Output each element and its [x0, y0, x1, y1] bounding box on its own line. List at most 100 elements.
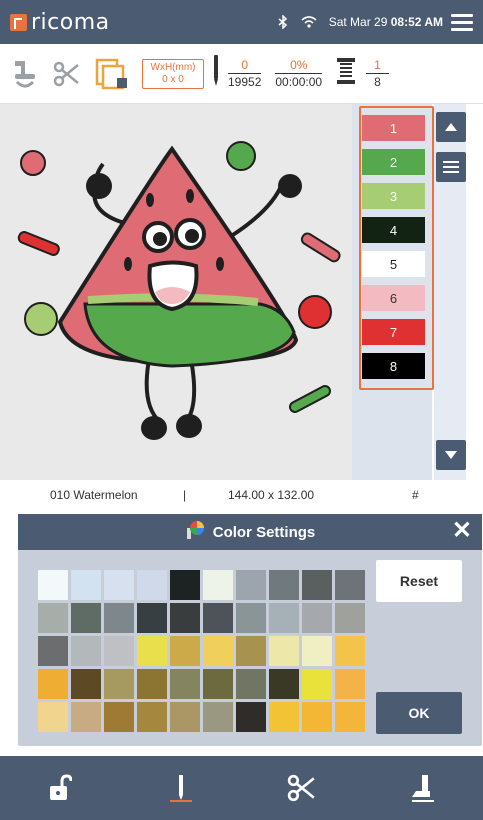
- palette-color-cell[interactable]: [71, 702, 101, 732]
- palette-color-cell[interactable]: [203, 636, 233, 666]
- palette-color-cell[interactable]: [236, 570, 266, 600]
- palette-color-cell[interactable]: [137, 636, 167, 666]
- palette-color-cell[interactable]: [335, 570, 365, 600]
- palette-color-cell[interactable]: [302, 669, 332, 699]
- palette-color-cell[interactable]: [302, 603, 332, 633]
- design-name: 010 Watermelon: [50, 488, 138, 502]
- hoop-size-box[interactable]: WxH(mm) 0 x 0: [142, 58, 204, 89]
- status-date: Sat Mar 29: [328, 15, 388, 29]
- progress-counter: 0% 00:00:00: [275, 58, 323, 89]
- palette-color-cell[interactable]: [269, 636, 299, 666]
- ok-button[interactable]: OK: [376, 692, 462, 734]
- needle-color-swatch[interactable]: 8: [362, 353, 425, 379]
- palette-color-cell[interactable]: [269, 669, 299, 699]
- palette-color-cell[interactable]: [71, 636, 101, 666]
- logo-mark-icon: [10, 13, 27, 31]
- needle-icon: [212, 55, 220, 92]
- palette-color-cell[interactable]: [38, 570, 68, 600]
- palette-color-cell[interactable]: [137, 570, 167, 600]
- palette-color-cell[interactable]: [38, 702, 68, 732]
- palette-color-cell[interactable]: [170, 603, 200, 633]
- palette-color-cell[interactable]: [71, 570, 101, 600]
- palette-color-cell[interactable]: [104, 603, 134, 633]
- design-size: 144.00 x 132.00: [228, 488, 315, 502]
- design-hash: #: [412, 488, 419, 502]
- bottom-nav: [0, 756, 483, 820]
- color-counter: 1 8: [366, 58, 389, 89]
- hoop-icon[interactable]: [94, 56, 130, 92]
- palette-color-cell[interactable]: [236, 603, 266, 633]
- presser-foot-icon[interactable]: [403, 768, 443, 808]
- needle-color-swatch[interactable]: 7: [362, 319, 425, 345]
- palette-color-cell[interactable]: [269, 570, 299, 600]
- palette-color-cell[interactable]: [71, 603, 101, 633]
- needle-color-swatch[interactable]: 2: [362, 149, 425, 175]
- needle-color-swatch[interactable]: 3: [362, 183, 425, 209]
- palette-color-cell[interactable]: [269, 702, 299, 732]
- reset-button[interactable]: Reset: [376, 560, 462, 602]
- progress-percent: 0%: [275, 58, 323, 74]
- trim-icon[interactable]: [52, 56, 82, 92]
- scroll-down-button[interactable]: [436, 440, 466, 470]
- color-palette-grid: [38, 570, 365, 732]
- palette-color-cell[interactable]: [203, 603, 233, 633]
- needle-menu-button[interactable]: [436, 152, 466, 182]
- scroll-up-button[interactable]: [436, 112, 466, 142]
- palette-color-cell[interactable]: [170, 669, 200, 699]
- palette-color-cell[interactable]: [137, 603, 167, 633]
- close-icon[interactable]: ✕: [452, 518, 472, 544]
- bluetooth-icon: [277, 15, 289, 29]
- palette-color-cell[interactable]: [203, 702, 233, 732]
- palette-color-cell[interactable]: [38, 669, 68, 699]
- hoop-size-label: WxH(mm): [150, 61, 196, 73]
- palette-color-cell[interactable]: [38, 636, 68, 666]
- needle-color-swatch[interactable]: 5: [362, 251, 425, 277]
- trim-nav-icon[interactable]: [282, 768, 322, 808]
- needle-nav-icon[interactable]: [161, 768, 201, 808]
- progress-time: 00:00:00: [275, 75, 323, 89]
- wifi-icon: [301, 16, 317, 28]
- watermelon-design-image: [17, 141, 341, 440]
- palette-color-cell[interactable]: [236, 636, 266, 666]
- machine-icon[interactable]: [10, 56, 40, 92]
- needle-color-swatch[interactable]: 4: [362, 217, 425, 243]
- palette-color-cell[interactable]: [38, 603, 68, 633]
- info-separator: |: [183, 488, 187, 502]
- hoop-size-value: 0 x 0: [162, 73, 184, 85]
- needle-color-swatch[interactable]: 6: [362, 285, 425, 311]
- needle-color-swatch[interactable]: 1: [362, 115, 425, 141]
- palette-color-cell[interactable]: [203, 570, 233, 600]
- design-info-bar: 010 Watermelon | 144.00 x 132.00 #: [0, 480, 483, 508]
- palette-color-cell[interactable]: [170, 702, 200, 732]
- palette-color-cell[interactable]: [104, 636, 134, 666]
- unlock-icon[interactable]: [40, 768, 80, 808]
- palette-color-cell[interactable]: [236, 702, 266, 732]
- top-bar: ricoma Sat Mar 29 08:52 AM: [0, 0, 483, 44]
- palette-color-cell[interactable]: [335, 702, 365, 732]
- palette-color-cell[interactable]: [302, 702, 332, 732]
- palette-color-cell[interactable]: [137, 669, 167, 699]
- palette-color-cell[interactable]: [236, 669, 266, 699]
- color-total: 8: [374, 75, 381, 89]
- palette-color-cell[interactable]: [302, 636, 332, 666]
- palette-color-cell[interactable]: [335, 603, 365, 633]
- stitch-current: 0: [228, 58, 262, 74]
- palette-color-cell[interactable]: [170, 570, 200, 600]
- palette-color-cell[interactable]: [104, 702, 134, 732]
- palette-color-cell[interactable]: [170, 636, 200, 666]
- palette-color-cell[interactable]: [137, 702, 167, 732]
- palette-color-cell[interactable]: [269, 603, 299, 633]
- toolbar: WxH(mm) 0 x 0 0 19952 0% 00:00:00 1 8: [0, 44, 483, 104]
- palette-color-cell[interactable]: [104, 669, 134, 699]
- palette-color-cell[interactable]: [335, 669, 365, 699]
- palette-color-cell[interactable]: [302, 570, 332, 600]
- palette-color-cell[interactable]: [335, 636, 365, 666]
- palette-color-cell[interactable]: [203, 669, 233, 699]
- color-settings-header: Color Settings ✕: [18, 514, 482, 550]
- status-bar: Sat Mar 29 08:52 AM: [277, 15, 443, 29]
- palette-color-cell[interactable]: [71, 669, 101, 699]
- logo-text: ricoma: [31, 9, 110, 35]
- design-canvas[interactable]: [0, 104, 352, 480]
- palette-color-cell[interactable]: [104, 570, 134, 600]
- hamburger-menu-icon[interactable]: [451, 13, 473, 31]
